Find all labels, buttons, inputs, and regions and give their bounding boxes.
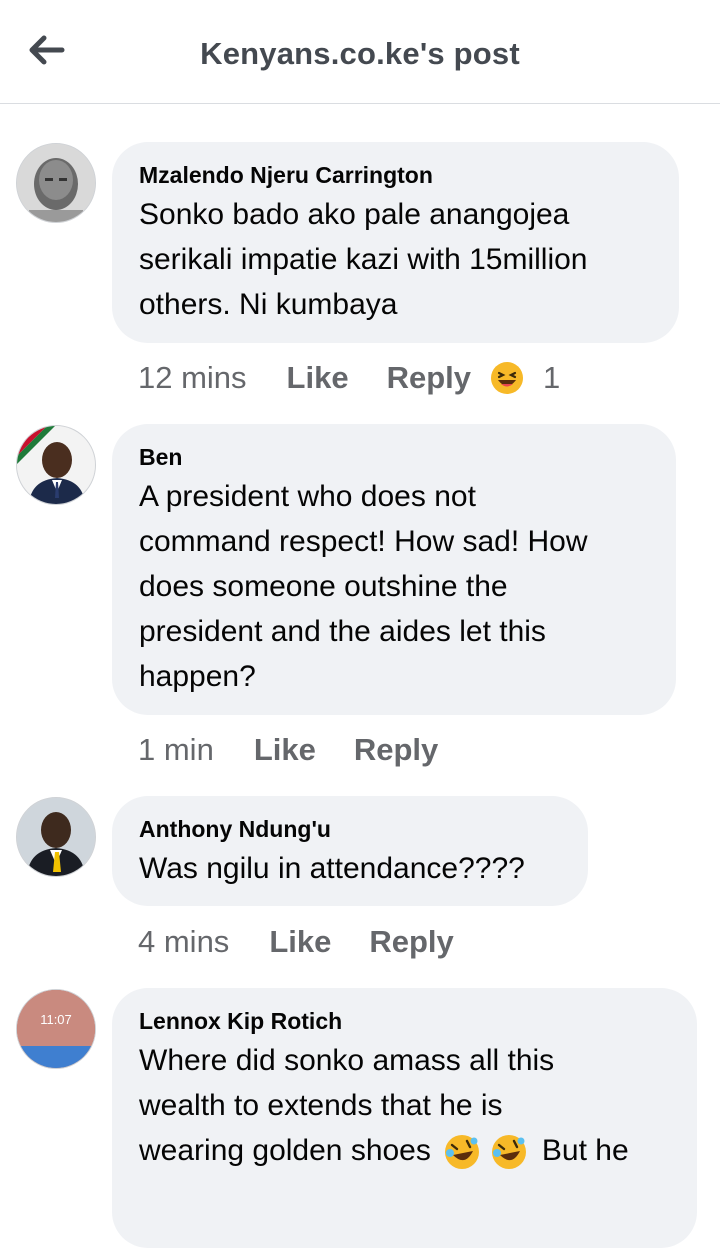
comment-line: president and the aides let this <box>139 615 546 648</box>
reaction-summary[interactable]: 1 <box>489 360 560 396</box>
comment-bubble: Ben A president who does not command res… <box>112 424 676 715</box>
avatar-photo <box>17 426 95 504</box>
comment-line-part: But he <box>541 1134 629 1167</box>
rolling-on-floor-laughing-emoji-icon <box>491 1135 526 1170</box>
page-title: Kenyans.co.ke's post <box>200 36 520 71</box>
avatar[interactable] <box>16 797 96 877</box>
comment-line: A president who does not <box>139 480 476 513</box>
comment-bubble: Mzalendo Njeru Carrington Sonko bado ako… <box>112 142 679 343</box>
avatar-photo <box>17 798 95 876</box>
comment-line: others. Ni kumbaya <box>139 288 398 321</box>
reply-button[interactable]: Reply <box>387 360 471 396</box>
laughing-emoji-icon <box>491 362 523 394</box>
comment-line: Where did sonko amass all this <box>139 1044 555 1077</box>
comment-author[interactable]: Lennox Kip Rotich <box>139 1006 669 1036</box>
reaction-count: 1 <box>543 360 561 395</box>
top-bar: Kenyans.co.ke's post <box>0 0 720 104</box>
comment-actions: 4 mins Like Reply <box>138 922 492 962</box>
comment-timestamp[interactable]: 4 mins <box>138 924 229 960</box>
comment-author[interactable]: Mzalendo Njeru Carrington <box>139 160 651 190</box>
avatar[interactable]: 11:07 <box>16 989 96 1069</box>
avatar[interactable] <box>16 143 96 223</box>
comment-bubble: Lennox Kip Rotich Where did sonko amass … <box>112 988 697 1248</box>
comment-bubble: Anthony Ndung'u Was ngilu in attendance?… <box>112 796 588 906</box>
comment-actions: 1 min Like Reply <box>138 730 476 770</box>
like-button[interactable]: Like <box>287 360 349 396</box>
comment-timestamp[interactable]: 12 mins <box>138 360 247 396</box>
avatar-time-text: 11:07 <box>40 1012 72 1027</box>
reply-button[interactable]: Reply <box>354 732 438 768</box>
avatar[interactable] <box>16 425 96 505</box>
comment-line: wealth to extends that he is <box>139 1089 503 1122</box>
comment-author[interactable]: Anthony Ndung'u <box>139 814 560 844</box>
like-button[interactable]: Like <box>269 924 331 960</box>
comment-line: Sonko bado ako pale anangojea <box>139 198 570 231</box>
like-button[interactable]: Like <box>254 732 316 768</box>
avatar-photo: 11:07 <box>17 990 95 1068</box>
comment-text: Where did sonko amass all this wealth to… <box>139 1038 669 1173</box>
reply-button[interactable]: Reply <box>369 924 453 960</box>
comment-line: Was ngilu in attendance???? <box>139 852 525 885</box>
rolling-on-floor-laughing-emoji-icon <box>445 1135 480 1170</box>
comment-line: happen? <box>139 660 256 693</box>
comment-line-part: wearing golden shoes <box>139 1134 431 1167</box>
comment-line: serikali impatie kazi with 15million <box>139 243 588 276</box>
comment-line: command respect! How sad! How <box>139 525 588 558</box>
comment-author[interactable]: Ben <box>139 442 648 472</box>
comment-actions: 12 mins Like Reply 1 <box>138 358 560 398</box>
avatar-photo <box>17 144 95 222</box>
comment-timestamp[interactable]: 1 min <box>138 732 214 768</box>
comment-text: Was ngilu in attendance???? <box>139 846 560 891</box>
comment-line: wearing golden shoes But he <box>139 1128 669 1173</box>
comment-text: Sonko bado ako pale anangojea serikali i… <box>139 192 651 327</box>
comment-line: does someone outshine the <box>139 570 508 603</box>
comment-text: A president who does not command respect… <box>139 474 648 699</box>
